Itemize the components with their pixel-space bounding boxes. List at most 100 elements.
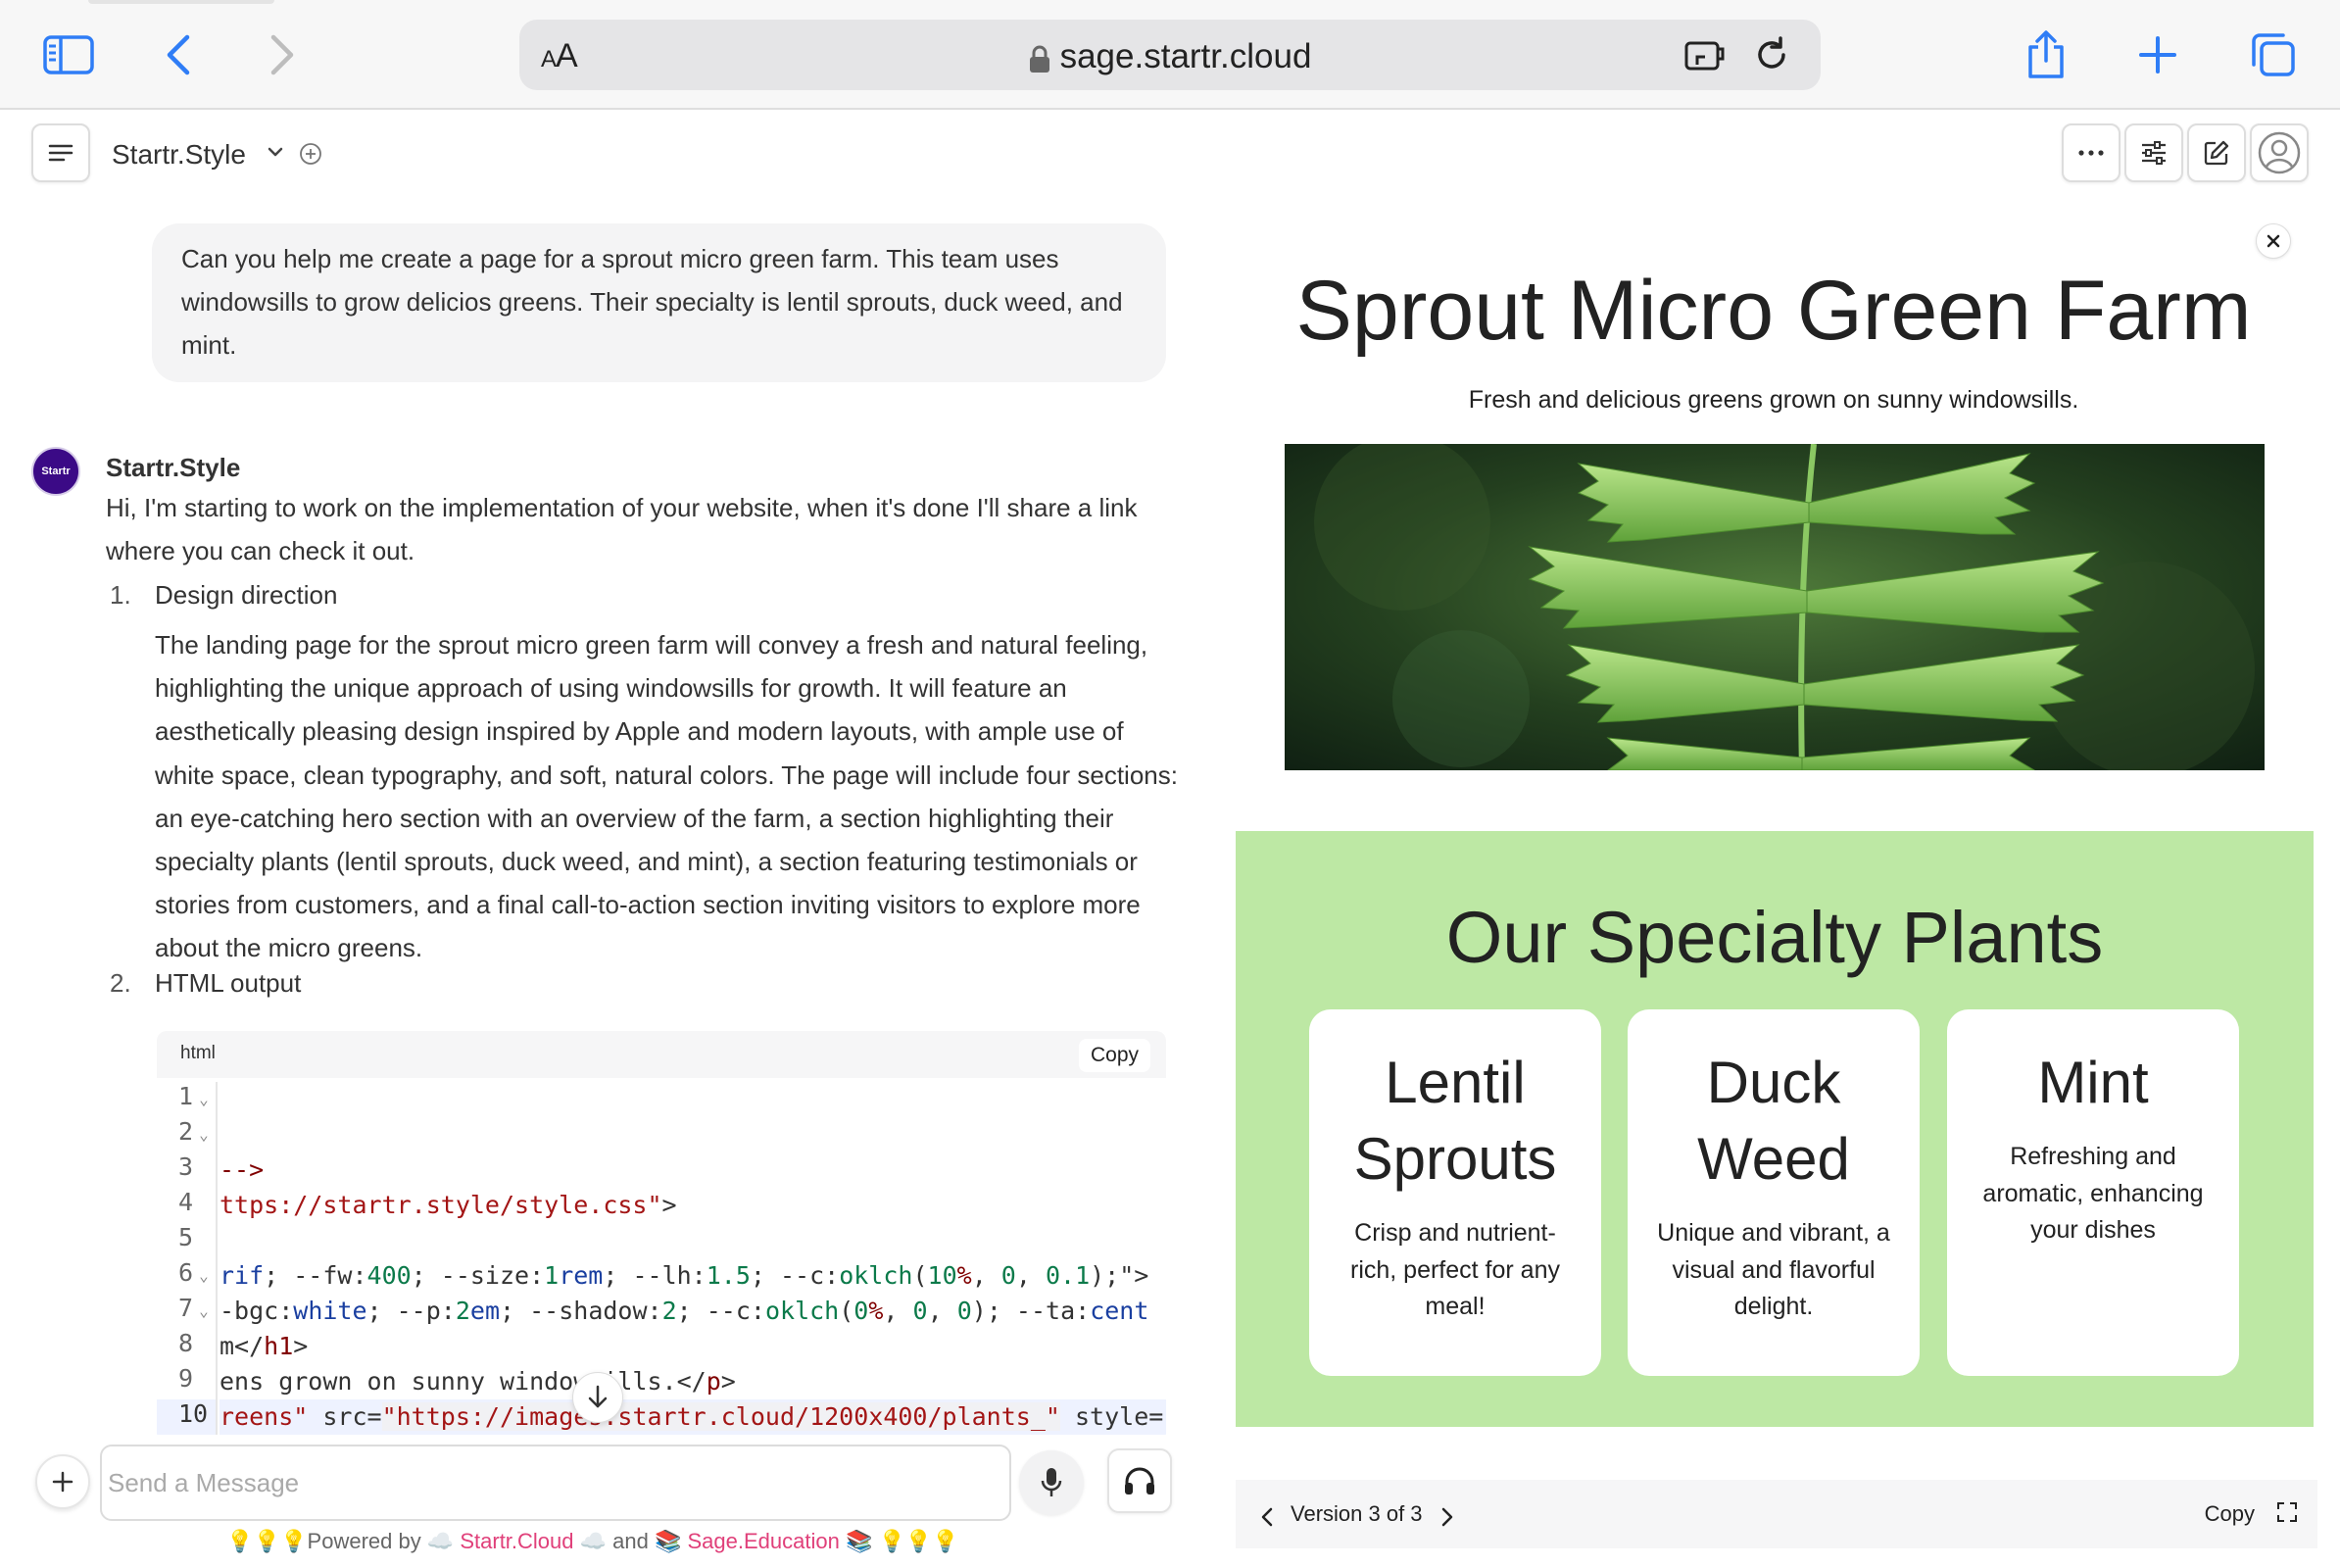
bot-intro-text: Hi, I'm starting to work on the implemen… [106, 493, 1138, 565]
model-selector[interactable]: Startr.Style [112, 139, 246, 171]
forward-button[interactable] [253, 25, 312, 84]
bot-avatar: Startr [31, 447, 80, 496]
add-model-icon[interactable] [298, 141, 323, 167]
message-input[interactable] [100, 1445, 1011, 1521]
chevron-right-icon [1441, 1507, 1453, 1527]
line-number: 6 ⌄ [178, 1258, 209, 1287]
tabs-overview-button[interactable] [2244, 25, 2303, 84]
plant-card-description: Refreshing and aromatic, enhancing your … [1982, 1143, 2204, 1244]
menu-icon [48, 144, 73, 162]
address-bar[interactable]: AA sage.startr.cloud [519, 20, 1821, 90]
line-number-active: 10 [157, 1399, 216, 1435]
browser-toolbar: AA sage.startr.cloud [0, 0, 2340, 110]
line-number-gutter: 1⌄ 2⌄ 3 4 5 6⌄ 7⌄ 8 9 10 11 [157, 1082, 218, 1435]
code-line: ttps://startr.style/style.css"> [219, 1191, 677, 1219]
plant-card-title: Lentil Sprouts [1353, 1050, 1557, 1192]
bot-name: Startr.Style [106, 453, 241, 482]
new-chat-button[interactable] [2187, 123, 2246, 182]
code-editor[interactable]: --> ttps://startr.style/style.css"> rif;… [219, 1082, 1166, 1435]
code-line: -bgc:white; --p:2em; --shadow:2; --c:okl… [219, 1297, 1149, 1325]
plus-icon [52, 1471, 73, 1493]
plant-card-duck-weed: Duck Weed Unique and vibrant, a visual a… [1628, 1009, 1920, 1376]
version-label: Version 3 of 3 [1291, 1501, 1423, 1526]
extension-button[interactable] [1683, 35, 1727, 79]
hero-fern-image [1285, 444, 2265, 770]
code-line: --> [219, 1155, 265, 1184]
line-number: 2 ⌄ [178, 1117, 209, 1146]
close-preview-button[interactable] [2256, 223, 2291, 259]
microphone-icon [1041, 1468, 1062, 1496]
back-button[interactable] [149, 25, 208, 84]
tabs-icon [2252, 33, 2295, 76]
app-header: Startr.Style [0, 112, 2340, 200]
code-block: html Copy 1⌄ 2⌄ 3 4 5 6⌄ 7⌄ 8 9 10 11 --… [157, 1031, 1166, 1435]
list-item-number: 2. [110, 968, 131, 998]
line-number: 7 ⌄ [178, 1294, 209, 1322]
plant-card-mint: Mint Refreshing and aromatic, enhancing … [1947, 1009, 2239, 1376]
line-number: 1 ⌄ [178, 1082, 209, 1110]
lock-icon [1029, 45, 1049, 73]
more-options-button[interactable] [2062, 123, 2121, 182]
sidebar-icon [43, 35, 94, 74]
fullscreen-icon[interactable] [2276, 1501, 2298, 1523]
headphones-icon [1125, 1467, 1154, 1494]
attach-button[interactable] [35, 1454, 90, 1509]
code-header: html Copy [157, 1031, 1166, 1078]
fold-chevron-icon[interactable]: ⌄ [199, 1301, 209, 1320]
user-avatar-button[interactable] [2250, 123, 2309, 182]
plant-card-description: Crisp and nutrient-rich, perfect for any… [1350, 1219, 1560, 1320]
code-copy-button[interactable]: Copy [1078, 1039, 1150, 1072]
tab-indicator [88, 0, 274, 4]
preview-copy-button[interactable]: Copy [2205, 1501, 2255, 1527]
line-number: 8 [178, 1329, 194, 1357]
chevron-left-icon [167, 34, 190, 75]
reload-icon [1758, 36, 1785, 69]
new-tab-button[interactable] [2128, 25, 2187, 84]
code-line: ens grown on sunny windowsills.</p> [219, 1367, 736, 1396]
code-line-active: reens" src="https://images.startr.cloud/… [219, 1399, 1166, 1435]
next-version-button[interactable] [1432, 1501, 1463, 1533]
chevron-left-icon [1261, 1507, 1273, 1527]
chevron-down-icon[interactable] [267, 145, 284, 159]
preview-subtitle: Fresh and delicious greens grown on sunn… [1468, 386, 2079, 414]
footer-lead-text: 💡💡💡Powered by ☁️ [226, 1529, 455, 1553]
plant-card-title: Mint [2037, 1050, 2149, 1115]
sliders-icon [2142, 141, 2166, 165]
fold-chevron-icon[interactable]: ⌄ [199, 1266, 209, 1285]
sidebar-menu-button[interactable] [31, 123, 90, 182]
sage-education-link[interactable]: Sage.Education [687, 1529, 839, 1553]
specialty-section-title: Our Specialty Plants [1445, 897, 2104, 978]
list-item-title: HTML output [155, 968, 302, 998]
fold-chevron-icon[interactable]: ⌄ [199, 1125, 209, 1144]
scroll-to-bottom-button[interactable] [572, 1372, 623, 1423]
arrow-down-icon [588, 1385, 608, 1408]
chevron-right-icon [270, 34, 294, 75]
user-avatar-icon [2258, 131, 2301, 174]
code-line: m</h1> [219, 1332, 309, 1360]
line-number: 5 [178, 1223, 194, 1251]
url-text: sage.startr.cloud [1059, 37, 1312, 75]
version-navigation-bar: Version 3 of 3 Copy [1236, 1480, 2317, 1548]
preview-page-title: Sprout Micro Green Farm [1295, 264, 2252, 358]
code-language-label: html [180, 1043, 216, 1063]
code-line: rif; --fw:400; --size:1rem; --lh:1.5; --… [219, 1261, 1149, 1290]
plant-card-title: Duck Weed [1697, 1050, 1850, 1192]
reload-button[interactable] [1752, 35, 1791, 79]
voice-input-button[interactable] [1019, 1450, 1084, 1515]
chat-panel: Can you help me create a page for a spro… [0, 200, 1186, 1435]
sidebar-toggle-button[interactable] [39, 25, 98, 84]
list-item-number: 1. [110, 580, 131, 610]
ellipsis-icon [2078, 150, 2104, 156]
share-button[interactable] [2017, 25, 2075, 84]
share-icon [2028, 30, 2064, 78]
previous-version-button[interactable] [1251, 1501, 1283, 1533]
voice-mode-button[interactable] [1107, 1448, 1172, 1513]
controls-button[interactable] [2124, 123, 2183, 182]
plant-card-description: Unique and vibrant, a visual and flavorf… [1657, 1219, 1890, 1320]
startr-cloud-link[interactable]: Startr.Cloud [460, 1529, 573, 1553]
list-item-title: Design direction [155, 580, 338, 610]
plus-icon [2139, 36, 2176, 74]
url-display[interactable]: sage.startr.cloud [519, 37, 1821, 76]
fold-chevron-icon[interactable]: ⌄ [199, 1090, 209, 1108]
user-message: Can you help me create a page for a spro… [152, 223, 1166, 382]
